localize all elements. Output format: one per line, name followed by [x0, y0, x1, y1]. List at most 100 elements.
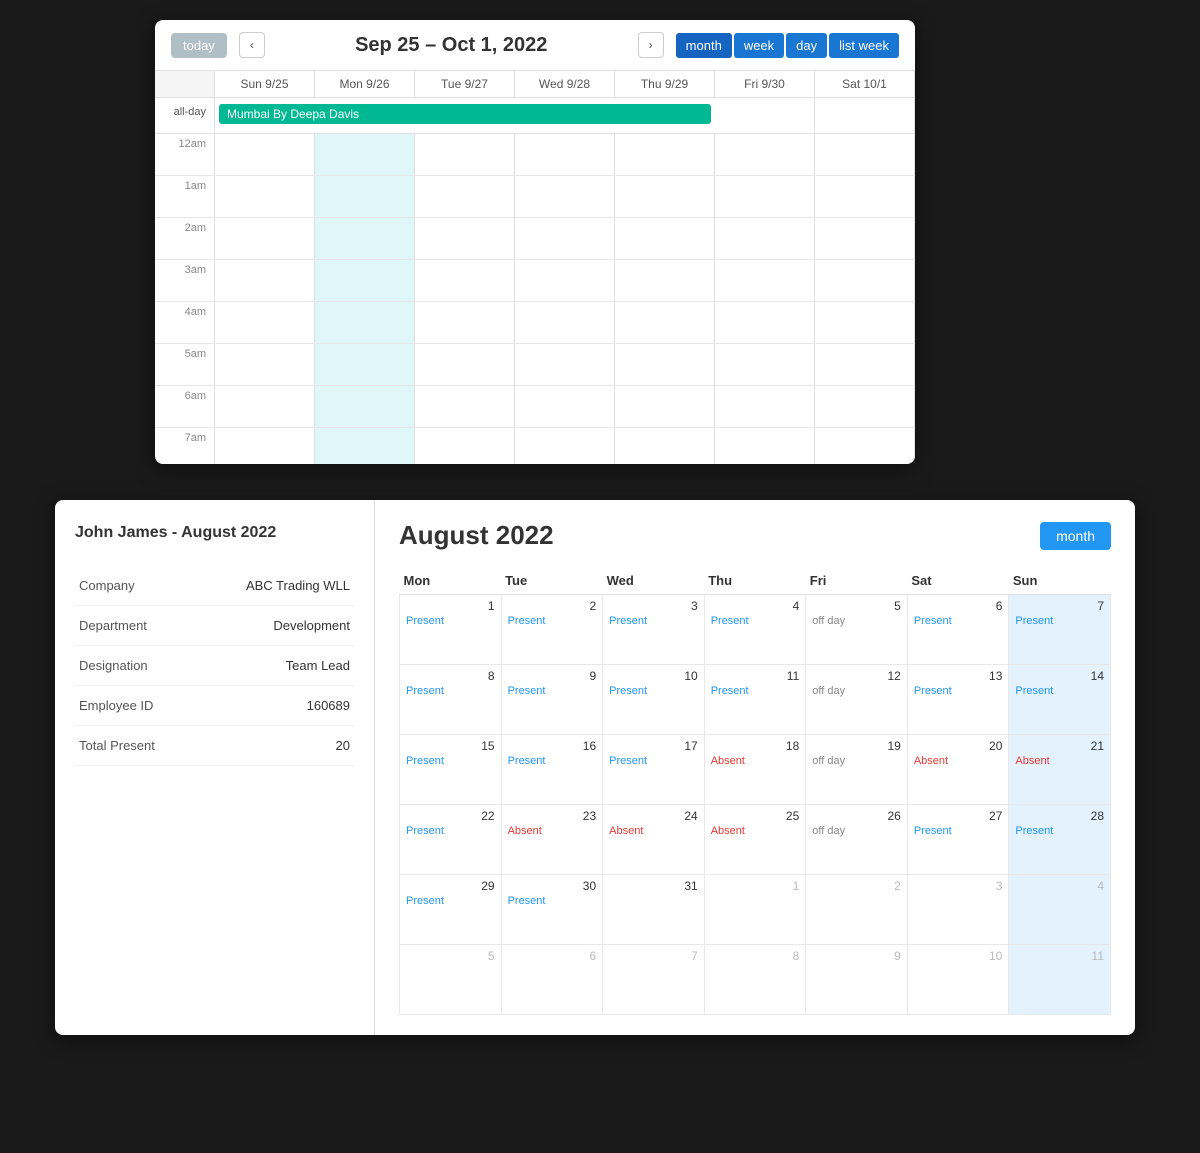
week-row-2: 15Present16Present17Present18Absent19off…: [400, 735, 1111, 805]
week-view-button[interactable]: week: [734, 33, 784, 58]
monthly-calendar: August 2022 month Mon Tue Wed Thu Fri Sa…: [375, 500, 1135, 1035]
day-number: 18: [711, 739, 800, 753]
listweek-view-button[interactable]: list week: [829, 33, 899, 58]
day-cell: 8: [704, 945, 806, 1015]
day-cell: 26off day: [806, 805, 908, 875]
day-cell: 23 Absent: [501, 805, 603, 875]
employee-id-row: Employee ID 160689: [75, 686, 354, 726]
time-row-7am: 7am: [155, 428, 915, 464]
day-status: Present: [508, 615, 597, 627]
cell-fri-5am: [715, 344, 815, 385]
day-cell: 3Present: [603, 595, 705, 665]
cell-wed-2am: [515, 218, 615, 259]
day-status: Present: [1015, 615, 1104, 627]
week-row-1: 8Present9Present10Present11Present12off …: [400, 665, 1111, 735]
day-number: 23: [508, 809, 597, 823]
day-cell: 13Present: [907, 665, 1009, 735]
cell-thu-2am: [615, 218, 715, 259]
sat-col-header: Sat: [907, 567, 1009, 595]
day-number: 26: [812, 809, 901, 823]
day-number: 24: [609, 809, 698, 823]
day-status: Present: [914, 615, 1003, 627]
view-buttons: month week day list week: [676, 33, 899, 58]
sidebar-title: John James - August 2022: [75, 524, 354, 542]
mon-header: Mon 9/26: [315, 71, 415, 97]
monthly-calendar-title: August 2022: [399, 520, 554, 551]
mon-col-header: Mon: [400, 567, 502, 595]
cell-wed-3am: [515, 260, 615, 301]
designation-value: Team Lead: [194, 646, 354, 686]
day-cell: 28Present: [1009, 805, 1111, 875]
month-view-button[interactable]: month: [676, 33, 732, 58]
wed-col-header: Wed: [603, 567, 705, 595]
day-number: 20: [914, 739, 1003, 753]
cell-mon-12am: [315, 134, 415, 175]
cell-tue-3am: [415, 260, 515, 301]
day-cell: 19off day: [806, 735, 908, 805]
cell-thu-4am: [615, 302, 715, 343]
thu-col-header: Thu: [704, 567, 806, 595]
prev-button[interactable]: ‹: [239, 32, 265, 58]
cell-fri-7am: [715, 428, 815, 464]
employee-id-value: 160689: [194, 686, 354, 726]
day-number: 13: [914, 669, 1003, 683]
day-cell: 9: [806, 945, 908, 1015]
day-status: Present: [609, 615, 698, 627]
time-body[interactable]: 12am 1am 2am: [155, 134, 915, 464]
day-status: Present: [406, 895, 495, 907]
day-status: Absent: [711, 825, 800, 837]
day-cell: 30Present: [501, 875, 603, 945]
cell-sat-2am: [815, 218, 915, 259]
day-status: Present: [406, 825, 495, 837]
cell-wed-7am: [515, 428, 615, 464]
cell-wed-6am: [515, 386, 615, 427]
day-status: Absent: [508, 825, 597, 837]
day-number: 9: [508, 669, 597, 683]
calendar-header-row: Sun 9/25 Mon 9/26 Tue 9/27 Wed 9/28 Thu …: [155, 71, 915, 98]
day-status: Absent: [914, 755, 1003, 767]
day-status: Present: [609, 755, 698, 767]
day-view-button[interactable]: day: [786, 33, 827, 58]
week-row-4: 29Present30Present311234: [400, 875, 1111, 945]
cell-wed-4am: [515, 302, 615, 343]
day-cell: 20 Absent: [907, 735, 1009, 805]
month-button[interactable]: month: [1040, 522, 1111, 550]
tue-header: Tue 9/27: [415, 71, 515, 97]
day-number: 17: [609, 739, 698, 753]
day-number: 28: [1015, 809, 1104, 823]
day-status: Present: [508, 685, 597, 697]
company-label: Company: [75, 566, 194, 606]
day-number: 27: [914, 809, 1003, 823]
day-status: Present: [406, 685, 495, 697]
day-number: 10: [914, 949, 1003, 963]
day-cell: 27Present: [907, 805, 1009, 875]
day-cell: 6Present: [907, 595, 1009, 665]
day-cell: 2Present: [501, 595, 603, 665]
day-cell: 6: [501, 945, 603, 1015]
day-cell: 16Present: [501, 735, 603, 805]
cell-thu-12am: [615, 134, 715, 175]
event-bar[interactable]: Mumbai By Deepa Davis: [219, 104, 711, 124]
cell-sun-2am: [215, 218, 315, 259]
cell-thu-5am: [615, 344, 715, 385]
tue-col-header: Tue: [501, 567, 603, 595]
cell-mon-6am: [315, 386, 415, 427]
time-row-2am: 2am: [155, 218, 915, 260]
time-label-5am: 5am: [155, 344, 215, 385]
time-label-12am: 12am: [155, 134, 215, 175]
department-label: Department: [75, 606, 194, 646]
cell-thu-6am: [615, 386, 715, 427]
day-cell: 5off day: [806, 595, 908, 665]
cell-fri-1am: [715, 176, 815, 217]
day-cell: 10: [907, 945, 1009, 1015]
day-number: 14: [1015, 669, 1104, 683]
day-cell: 24Absent: [603, 805, 705, 875]
cell-fri-6am: [715, 386, 815, 427]
cell-sun-4am: [215, 302, 315, 343]
next-button[interactable]: ›: [638, 32, 664, 58]
today-button[interactable]: today: [171, 33, 227, 58]
thu-header: Thu 9/29: [615, 71, 715, 97]
day-cell: 4: [1009, 875, 1111, 945]
day-status: Present: [711, 685, 800, 697]
cell-thu-1am: [615, 176, 715, 217]
